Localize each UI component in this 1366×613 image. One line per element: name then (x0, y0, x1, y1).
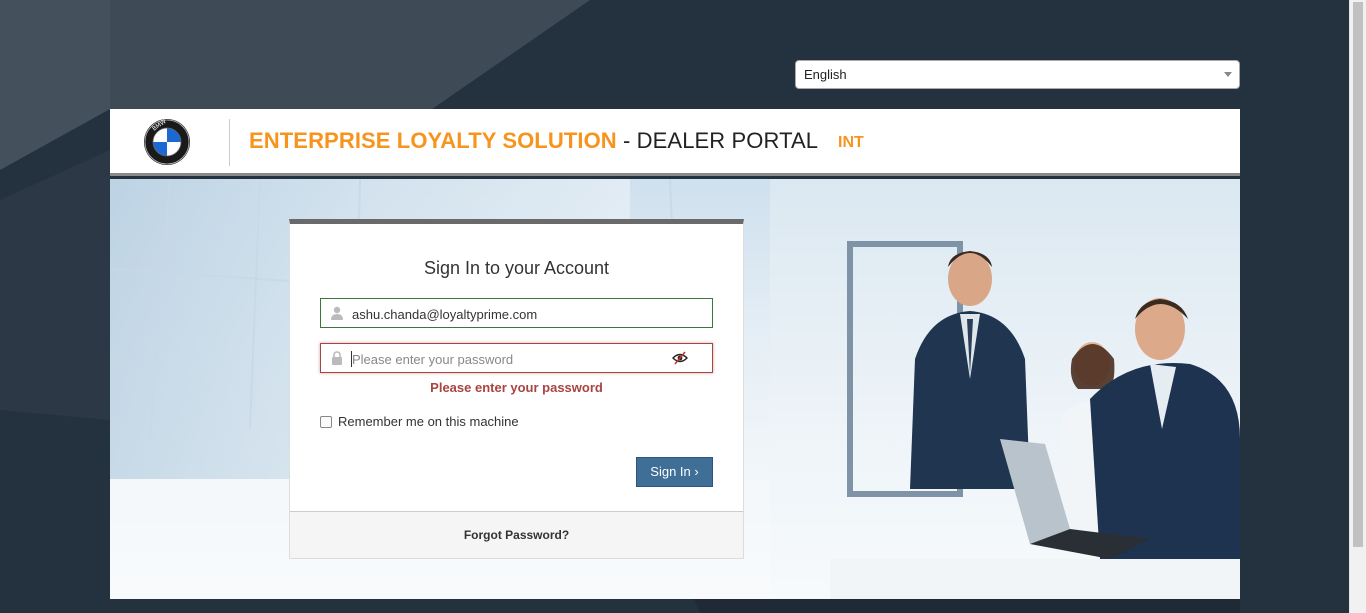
page-title: ENTERPRISE LOYALTY SOLUTION - DEALER POR… (249, 128, 818, 154)
title-brand: ENTERPRISE LOYALTY SOLUTION (249, 128, 617, 153)
remember-me-label: Remember me on this machine (338, 414, 519, 429)
user-icon (331, 306, 343, 320)
email-value: ashu.chanda@loyaltyprime.com (352, 307, 538, 322)
forgot-password-link[interactable]: Forgot Password? (290, 528, 743, 542)
remember-me[interactable]: Remember me on this machine (320, 414, 519, 429)
password-error: Please enter your password (430, 380, 603, 395)
sign-in-button[interactable]: Sign In › (636, 457, 713, 487)
language-select-value: English (804, 67, 847, 82)
title-separator: - (616, 128, 637, 153)
title-portal: DEALER PORTAL (636, 128, 819, 153)
header-divider (229, 119, 230, 166)
login-card-footer: Forgot Password? (290, 511, 743, 558)
chevron-down-icon (1224, 72, 1232, 77)
email-field[interactable]: ashu.chanda@loyaltyprime.com (320, 298, 713, 328)
page-scrollbar[interactable] (1349, 0, 1366, 613)
password-field[interactable]: Please enter your password (320, 343, 713, 373)
bmw-logo: BMW (144, 118, 190, 165)
environment-badge: INT (838, 134, 864, 151)
login-heading: Sign In to your Account (423, 258, 610, 278)
password-placeholder: Please enter your password (352, 352, 514, 367)
portal-header: BMW ENTERPRISE LOYALTY SOLUTION - DEALER… (110, 109, 1240, 176)
eye-slash-icon[interactable] (672, 351, 688, 365)
remember-me-checkbox[interactable] (320, 416, 332, 428)
login-card: Sign In to your Account ashu.chanda@loya… (289, 219, 744, 559)
scrollbar-thumb[interactable] (1353, 2, 1363, 547)
language-select[interactable]: English (795, 60, 1240, 89)
business-people-photo (830, 241, 1240, 599)
lock-icon (332, 351, 342, 365)
